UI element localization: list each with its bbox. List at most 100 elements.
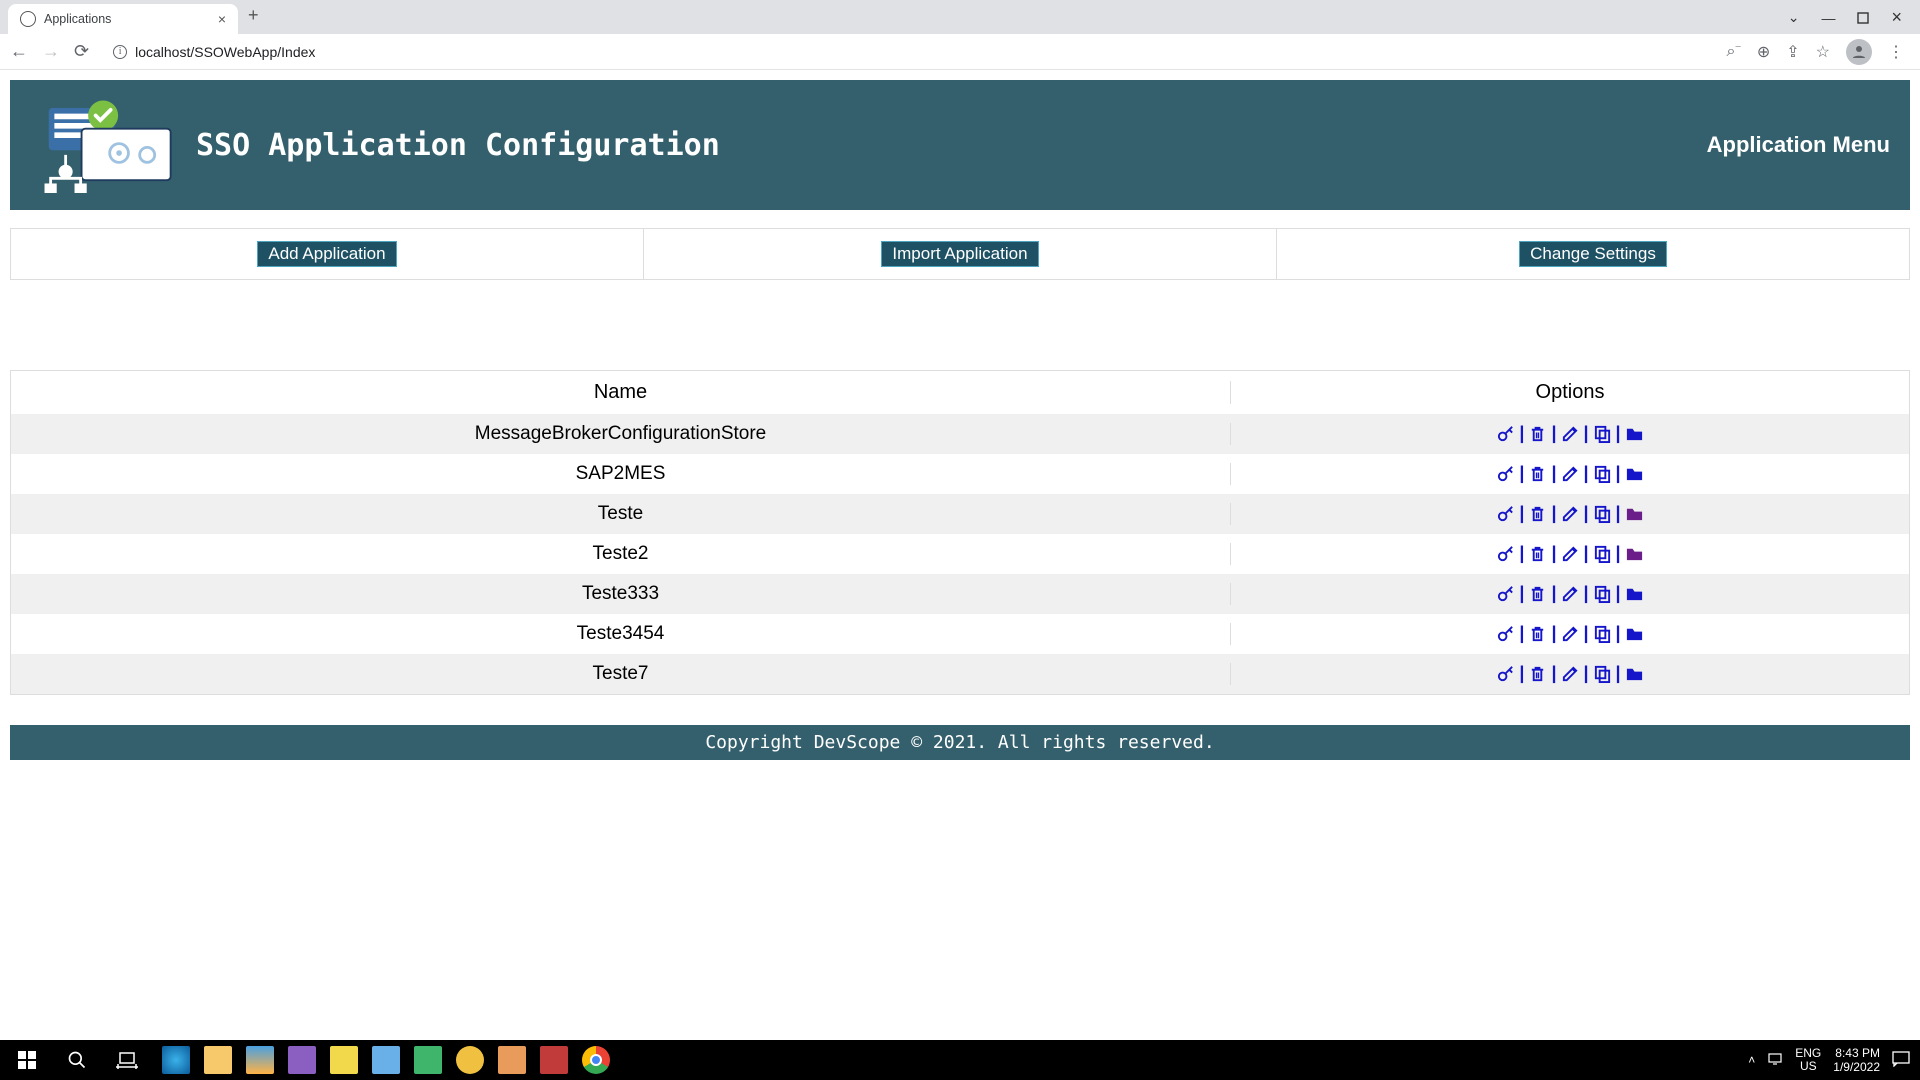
taskbar-app-6[interactable] (498, 1046, 526, 1074)
table-row: Teste | | | | (11, 494, 1909, 534)
edit-icon[interactable] (1561, 584, 1580, 603)
copy-icon[interactable] (1593, 464, 1612, 483)
minimize-icon[interactable]: — (1821, 10, 1835, 26)
share-icon[interactable]: ⇪ (1786, 42, 1799, 62)
folder-icon[interactable] (1625, 664, 1644, 683)
separator: | (1616, 663, 1621, 684)
taskbar-app-5[interactable] (456, 1046, 484, 1074)
cell-options: | | | | (1231, 503, 1909, 525)
cell-options: | | | | (1231, 663, 1909, 685)
key-icon[interactable] (1496, 504, 1515, 523)
edit-icon[interactable] (1561, 464, 1580, 483)
change-settings-button[interactable]: Change Settings (1519, 241, 1667, 267)
url-field[interactable]: i localhost/SSOWebApp/Index (103, 44, 1712, 60)
trash-icon[interactable] (1528, 584, 1547, 603)
taskbar-app-ie[interactable] (162, 1046, 190, 1074)
start-button[interactable] (12, 1045, 42, 1075)
close-icon[interactable]: × (1891, 7, 1902, 28)
key-icon[interactable] (1496, 624, 1515, 643)
separator: | (1584, 423, 1589, 444)
maximize-icon[interactable] (1857, 12, 1869, 24)
taskbar-app-1[interactable] (246, 1046, 274, 1074)
copy-icon[interactable] (1593, 624, 1612, 643)
profile-avatar-icon[interactable] (1846, 39, 1872, 65)
separator: | (1519, 503, 1524, 524)
import-application-button[interactable]: Import Application (881, 241, 1038, 267)
application-menu-link[interactable]: Application Menu (1707, 132, 1890, 158)
key-icon[interactable] (1496, 424, 1515, 443)
trash-icon[interactable] (1528, 504, 1547, 523)
table-row: Teste333 | | | | (11, 574, 1909, 614)
key-icon[interactable] (1496, 664, 1515, 683)
copy-icon[interactable] (1593, 504, 1612, 523)
folder-icon[interactable] (1625, 504, 1644, 523)
separator: | (1616, 583, 1621, 604)
trash-icon[interactable] (1528, 624, 1547, 643)
key-icon[interactable] (1496, 584, 1515, 603)
folder-icon[interactable] (1625, 464, 1644, 483)
separator: | (1551, 623, 1556, 644)
address-bar: ← → ⟳ i localhost/SSOWebApp/Index ⌕⁻ ⊕ ⇪… (0, 34, 1920, 70)
zoom-icon[interactable]: ⊕ (1757, 42, 1770, 62)
folder-icon[interactable] (1625, 544, 1644, 563)
table-row: Teste3454 | | | | (11, 614, 1909, 654)
cell-name: MessageBrokerConfigurationStore (11, 423, 1231, 445)
edit-icon[interactable] (1561, 424, 1580, 443)
copy-icon[interactable] (1593, 544, 1612, 563)
separator: | (1519, 663, 1524, 684)
tab-close-icon[interactable]: × (218, 11, 226, 27)
separator: | (1584, 663, 1589, 684)
trash-icon[interactable] (1528, 544, 1547, 563)
tray-language[interactable]: ENG US (1795, 1047, 1821, 1073)
site-info-icon[interactable]: i (113, 45, 127, 59)
taskbar-app-vs[interactable] (288, 1046, 316, 1074)
cell-name: Teste3454 (11, 623, 1231, 645)
task-view-icon[interactable] (112, 1045, 142, 1075)
key-icon[interactable]: ⌕⁻ (1726, 43, 1740, 61)
tray-notifications-icon[interactable] (1892, 1051, 1910, 1070)
taskbar-app-3[interactable] (372, 1046, 400, 1074)
key-icon[interactable] (1496, 464, 1515, 483)
tray-clock[interactable]: 8:43 PM 1/9/2022 (1833, 1046, 1880, 1075)
separator: | (1551, 463, 1556, 484)
app-logo-icon (30, 98, 180, 193)
separator: | (1616, 463, 1621, 484)
cell-name: Teste333 (11, 583, 1231, 605)
new-tab-button[interactable]: + (248, 5, 259, 30)
copy-icon[interactable] (1593, 424, 1612, 443)
tray-network-icon[interactable] (1767, 1052, 1783, 1069)
column-header-name: Name (11, 381, 1231, 404)
copy-icon[interactable] (1593, 664, 1612, 683)
edit-icon[interactable] (1561, 664, 1580, 683)
reload-icon[interactable]: ⟳ (74, 41, 89, 62)
copy-icon[interactable] (1593, 584, 1612, 603)
add-application-button[interactable]: Add Application (257, 241, 396, 267)
folder-icon[interactable] (1625, 584, 1644, 603)
back-icon[interactable]: ← (10, 41, 28, 62)
taskbar-app-4[interactable] (414, 1046, 442, 1074)
separator: | (1519, 423, 1524, 444)
search-icon[interactable] (62, 1045, 92, 1075)
window-controls: ⌄ — × (1788, 7, 1920, 34)
tray-chevron-icon[interactable]: ˄ (1748, 1053, 1755, 1067)
trash-icon[interactable] (1528, 664, 1547, 683)
star-icon[interactable]: ☆ (1816, 42, 1830, 62)
browser-tab[interactable]: Applications × (8, 4, 238, 34)
cell-options: | | | | (1231, 423, 1909, 445)
forward-icon[interactable]: → (42, 41, 60, 62)
trash-icon[interactable] (1528, 464, 1547, 483)
menu-dots-icon[interactable]: ⋮ (1888, 42, 1904, 62)
taskbar-app-explorer[interactable] (204, 1046, 232, 1074)
taskbar-app-2[interactable] (330, 1046, 358, 1074)
column-header-options: Options (1231, 381, 1909, 404)
taskbar-app-chrome[interactable] (582, 1046, 610, 1074)
taskbar-app-7[interactable] (540, 1046, 568, 1074)
edit-icon[interactable] (1561, 504, 1580, 523)
folder-icon[interactable] (1625, 424, 1644, 443)
folder-icon[interactable] (1625, 624, 1644, 643)
edit-icon[interactable] (1561, 544, 1580, 563)
chevron-down-icon[interactable]: ⌄ (1788, 9, 1800, 26)
edit-icon[interactable] (1561, 624, 1580, 643)
key-icon[interactable] (1496, 544, 1515, 563)
trash-icon[interactable] (1528, 424, 1547, 443)
